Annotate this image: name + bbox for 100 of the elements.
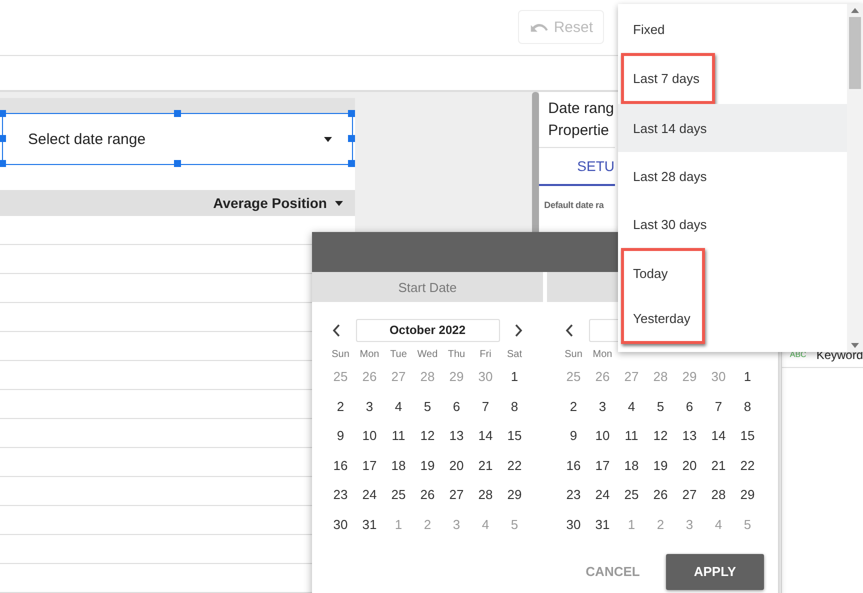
calendar-day[interactable]: 12 (413, 421, 442, 451)
weekday-label: Sun (564, 348, 584, 362)
resize-handle[interactable] (174, 110, 180, 117)
weekday-label: Wed (416, 348, 439, 362)
calendar-day[interactable]: 22 (733, 450, 762, 480)
calendar-day[interactable]: 17 (355, 450, 384, 480)
resize-handle[interactable] (348, 110, 355, 117)
calendar-day[interactable]: 21 (704, 450, 733, 480)
calendar-day[interactable]: 16 (326, 450, 355, 480)
menu-item[interactable]: Last 30 days (618, 200, 847, 248)
calendar-day[interactable]: 18 (617, 450, 646, 480)
month-field[interactable]: October 2022 (356, 318, 500, 342)
column-header-label: Average Position (213, 195, 327, 211)
column-header[interactable]: Average Position (0, 190, 355, 216)
menu-item[interactable]: Yesterday (624, 296, 702, 341)
calendar-day[interactable]: 26 (646, 480, 675, 510)
calendar-day[interactable]: 20 (675, 450, 704, 480)
calendar-day[interactable]: 23 (326, 480, 355, 510)
calendar-day[interactable]: 19 (413, 450, 442, 480)
calendar-day[interactable]: 1 (500, 362, 529, 392)
calendar-day[interactable]: 18 (384, 450, 413, 480)
calendar-day[interactable]: 19 (646, 450, 675, 480)
calendar-day[interactable]: 26 (413, 480, 442, 510)
undo-icon (529, 21, 548, 34)
calendar-day[interactable]: 24 (355, 480, 384, 510)
calendar-day[interactable]: 15 (733, 421, 762, 451)
calendar-day[interactable]: 28 (704, 480, 733, 510)
calendar-day[interactable]: 30 (326, 510, 355, 540)
calendar-day[interactable]: 10 (588, 421, 617, 451)
scroll-thumb[interactable] (849, 17, 861, 89)
calendar-day[interactable]: 1 (733, 362, 762, 392)
calendar-day[interactable]: 14 (471, 421, 500, 451)
calendar-day[interactable]: 29 (500, 480, 529, 510)
resize-handle[interactable] (0, 135, 6, 142)
calendar-day[interactable]: 12 (646, 421, 675, 451)
calendar-day[interactable]: 16 (559, 450, 588, 480)
calendar-day[interactable]: 28 (471, 480, 500, 510)
resize-handle[interactable] (174, 160, 180, 167)
calendar-day[interactable]: 13 (675, 421, 704, 451)
calendar-day[interactable]: 9 (326, 421, 355, 451)
calendar-day[interactable]: 27 (675, 480, 704, 510)
calendar-day[interactable]: 25 (384, 480, 413, 510)
calendar-day[interactable]: 30 (559, 510, 588, 540)
calendar-day[interactable]: 23 (559, 480, 588, 510)
calendar-day[interactable]: 11 (384, 421, 413, 451)
calendar-day[interactable]: 14 (704, 421, 733, 451)
calendar-day[interactable]: 8 (500, 392, 529, 422)
menu-item[interactable]: Today (624, 251, 702, 296)
weekday-label: Fri (478, 348, 492, 362)
calendar-day[interactable]: 24 (588, 480, 617, 510)
weekday-label: Tue (389, 348, 408, 362)
calendar-day[interactable]: 9 (559, 421, 588, 451)
calendar-day[interactable]: 10 (355, 421, 384, 451)
calendar-day[interactable]: 7 (704, 392, 733, 422)
calendar-day[interactable]: 17 (588, 450, 617, 480)
calendar-day[interactable]: 11 (617, 421, 646, 451)
menu-item[interactable]: Fixed (618, 5, 847, 53)
scroll-down-icon[interactable] (851, 343, 859, 348)
resize-handle[interactable] (0, 110, 6, 117)
calendar-day[interactable]: 25 (617, 480, 646, 510)
calendar-day[interactable]: 7 (471, 392, 500, 422)
calendar-day[interactable]: 3 (355, 392, 384, 422)
weekday-label: Sat (506, 348, 523, 362)
calendar-day[interactable]: 6 (675, 392, 704, 422)
date-range-control[interactable]: Select date range (2, 113, 353, 165)
menu-item[interactable]: Last 14 days (618, 104, 847, 152)
menu-item[interactable]: Last 28 days (618, 152, 847, 200)
calendar-day[interactable]: 15 (500, 421, 529, 451)
apply-button[interactable]: APPLY (666, 554, 764, 590)
calendar-day[interactable]: 5 (646, 392, 675, 422)
calendar-day[interactable]: 31 (355, 510, 384, 540)
calendar-day[interactable]: 4 (617, 392, 646, 422)
resize-handle[interactable] (0, 160, 6, 167)
weekday-label: Sun (330, 348, 350, 362)
calendar-day[interactable]: 3 (588, 392, 617, 422)
weekday-label: Mon (358, 348, 380, 362)
calendar-day[interactable]: 6 (442, 392, 471, 422)
resize-handle[interactable] (348, 135, 355, 142)
calendar-day[interactable]: 4 (384, 392, 413, 422)
calendar-day[interactable]: 27 (442, 480, 471, 510)
resize-handle[interactable] (348, 160, 355, 167)
calendar-day[interactable]: 31 (588, 510, 617, 540)
scroll-up-icon[interactable] (851, 8, 859, 13)
calendar-day[interactable]: 5 (413, 392, 442, 422)
calendar-day[interactable]: 29 (733, 480, 762, 510)
calendar-day[interactable]: 21 (471, 450, 500, 480)
weekday-label: Thu (446, 348, 466, 362)
scrollbar[interactable] (847, 4, 863, 352)
calendar-day[interactable]: 22 (500, 450, 529, 480)
date-range-label: Select date range (28, 130, 146, 148)
field-label: Default date ra (543, 199, 605, 210)
caret-icon (324, 136, 332, 142)
calendar-day[interactable]: 13 (442, 421, 471, 451)
calendar-day[interactable]: 20 (442, 450, 471, 480)
field-name[interactable]: Keyword (816, 348, 863, 362)
calendar-day[interactable]: 2 (559, 392, 588, 422)
weekday-label: Mon (592, 348, 614, 362)
calendar-day[interactable]: 2 (326, 392, 355, 422)
calendar-day[interactable]: 8 (733, 392, 762, 422)
menu-item[interactable]: Last 7 days (624, 56, 712, 101)
